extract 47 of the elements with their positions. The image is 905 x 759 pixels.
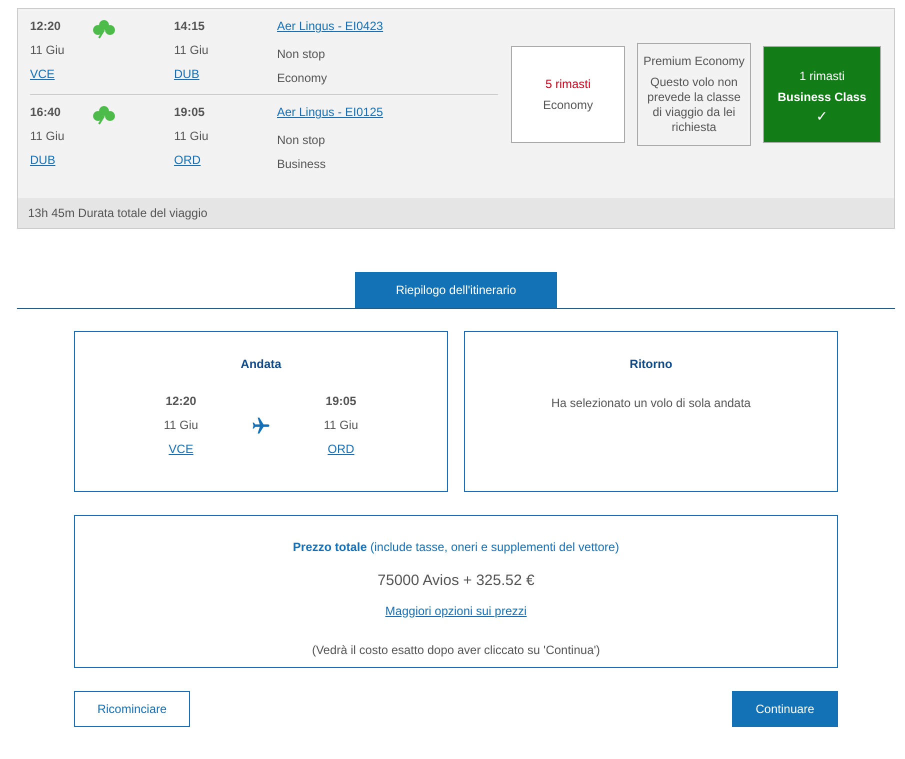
stops-text: Non stop: [277, 47, 326, 62]
price-heading: Prezzo totale (include tasse, oneri e supplementi del vettore): [292, 539, 620, 556]
shamrock-icon: [92, 105, 117, 125]
airport-link[interactable]: ORD: [174, 153, 201, 167]
price-note: (Vedrà il costo esatto dopo aver cliccato su 'Continua'): [312, 642, 600, 658]
airport-link[interactable]: VCE: [168, 442, 194, 456]
date-text: 11 Giu: [322, 418, 360, 433]
summary-tab[interactable]: Riepilogo dell'itinerario: [355, 272, 557, 308]
departure-time: 16:40: [30, 105, 62, 120]
fare-text: Questo volo non prevede la classe di viaggio da lei richiesta: [646, 75, 742, 135]
fare-option[interactable]: 5 rimasti Economy: [511, 46, 625, 143]
check-icon: ✓: [767, 110, 877, 120]
arrival-date: 11 Giu: [174, 129, 210, 144]
flight-link[interactable]: Aer Lingus - EI0125: [277, 105, 384, 119]
cabin-text: Economy: [277, 71, 328, 86]
continue-button[interactable]: Continuare: [732, 691, 838, 727]
departure-date: 11 Giu: [30, 129, 66, 144]
departure-date: 11 Giu: [30, 43, 66, 58]
shamrock-icon: [92, 19, 117, 39]
fare-text: Premium Economy: [642, 54, 746, 69]
arrival-time: 14:15: [174, 19, 206, 34]
airport-link[interactable]: DUB: [30, 153, 56, 167]
airport-link[interactable]: VCE: [30, 67, 55, 81]
stops-text: Non stop: [277, 133, 326, 148]
time-text: 19:05: [324, 394, 358, 409]
cabin-text: Business: [277, 157, 327, 172]
date-text: 11 Giu: [162, 418, 200, 433]
fare-option[interactable]: 1 rimasti Business Class ✓: [763, 46, 881, 143]
fare-text: Economy: [542, 98, 594, 112]
restart-button[interactable]: Ricominciare: [74, 691, 190, 727]
fare-text: Business Class: [776, 90, 868, 104]
card-title: Andata: [240, 356, 282, 373]
fare-text: 5 rimasti: [544, 76, 592, 92]
departure-time: 12:20: [30, 19, 62, 34]
price-amount: 75000 Avios + 325.52 €: [378, 571, 534, 591]
return-message: Ha selezionato un volo di sola andata: [551, 395, 751, 412]
airport-link[interactable]: ORD: [328, 442, 354, 456]
airport-link[interactable]: DUB: [174, 67, 200, 81]
card-title: Ritorno: [630, 356, 672, 373]
arrival-time: 19:05: [174, 105, 206, 120]
arrival-date: 11 Giu: [174, 43, 210, 58]
price-options-link[interactable]: Maggiori opzioni sui prezzi: [385, 602, 527, 620]
time-text: 12:20: [164, 394, 198, 409]
airplane-icon: [251, 416, 271, 436]
fare-text: 1 rimasti: [798, 68, 846, 84]
trip-duration: 13h 45m Durata totale del viaggio: [18, 198, 894, 228]
flight-link[interactable]: Aer Lingus - EI0423: [277, 19, 384, 33]
